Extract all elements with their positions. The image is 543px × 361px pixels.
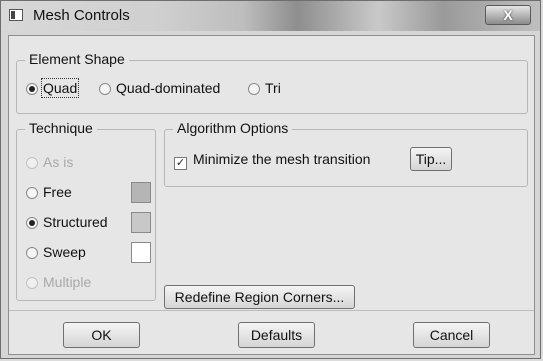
algorithm-options-legend: Algorithm Options <box>173 120 293 136</box>
technique-free-option[interactable]: Free <box>26 184 72 200</box>
shape-quad-dominated-radio[interactable] <box>99 83 111 95</box>
technique-legend: Technique <box>25 120 97 136</box>
technique-as-is-radio <box>26 157 38 169</box>
technique-multiple-option: Multiple <box>26 274 91 290</box>
defaults-button[interactable]: Defaults <box>238 322 315 348</box>
cancel-button[interactable]: Cancel <box>413 322 490 348</box>
technique-sweep-radio[interactable] <box>26 247 38 259</box>
technique-structured-label: Structured <box>43 214 108 230</box>
tip-button[interactable]: Tip... <box>410 147 452 171</box>
technique-structured-radio[interactable] <box>26 217 38 229</box>
close-button[interactable]: X <box>485 5 531 25</box>
shape-tri-label: Tri <box>265 80 281 96</box>
window-icon <box>9 9 23 21</box>
tip-button-label: Tip... <box>415 151 447 167</box>
footer-separator <box>9 310 534 311</box>
shape-quad-option[interactable]: Quad <box>26 78 80 98</box>
redefine-region-corners-button[interactable]: Redefine Region Corners... <box>164 285 355 309</box>
structured-color-swatch <box>131 212 151 233</box>
technique-as-is-option: As is <box>26 154 73 170</box>
element-shape-group: Element Shape Quad Quad-dominated Tri <box>16 51 528 114</box>
shape-tri-option[interactable]: Tri <box>248 80 281 96</box>
free-color-swatch <box>131 182 151 203</box>
dialog-body: Element Shape Quad Quad-dominated Tri Te… <box>8 35 535 355</box>
shape-quad-dominated-label: Quad-dominated <box>116 80 221 96</box>
technique-as-is-label: As is <box>43 154 74 170</box>
window-title: Mesh Controls <box>33 7 130 24</box>
shape-quad-label: Quad <box>40 78 80 98</box>
technique-multiple-radio <box>26 277 38 289</box>
technique-multiple-label: Multiple <box>43 274 92 290</box>
mesh-controls-dialog: Mesh Controls X Element Shape Quad Quad-… <box>0 0 541 359</box>
minimize-transition-label: Minimize the mesh transition <box>193 151 371 167</box>
shape-tri-radio[interactable] <box>248 83 260 95</box>
technique-sweep-option[interactable]: Sweep <box>26 244 86 260</box>
ok-button[interactable]: OK <box>63 322 140 348</box>
minimize-transition-checkbox[interactable]: ✓ <box>174 157 187 170</box>
title-bar[interactable]: Mesh Controls X <box>1 1 540 31</box>
redefine-region-corners-label: Redefine Region Corners... <box>174 289 345 305</box>
technique-free-radio[interactable] <box>26 187 38 199</box>
sweep-color-swatch <box>131 242 151 263</box>
minimize-transition-option[interactable]: ✓ Minimize the mesh transition <box>174 151 370 170</box>
technique-structured-option[interactable]: Structured <box>26 214 108 230</box>
shape-quad-radio[interactable] <box>26 83 38 95</box>
technique-group: Technique As is Free Structured Sweep Mu… <box>16 120 156 301</box>
technique-free-label: Free <box>43 184 72 200</box>
algorithm-options-group: Algorithm Options ✓ Minimize the mesh tra… <box>164 120 528 187</box>
element-shape-legend: Element Shape <box>25 51 129 67</box>
shape-quad-dominated-option[interactable]: Quad-dominated <box>99 80 220 96</box>
technique-sweep-label: Sweep <box>43 244 86 260</box>
